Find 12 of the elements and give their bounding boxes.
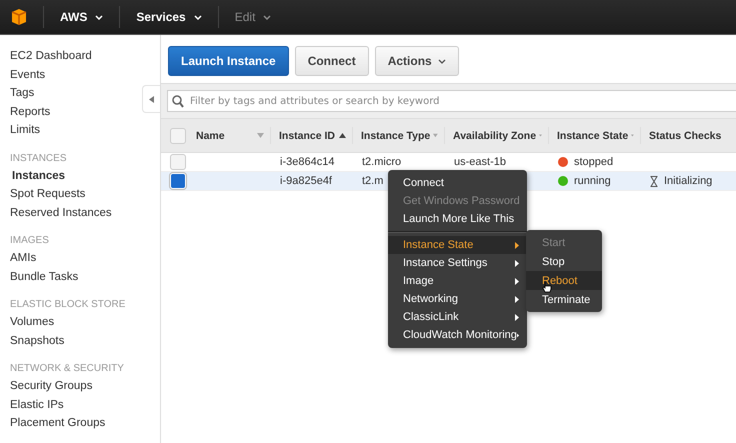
section-heading: NETWORK & SECURITY — [10, 363, 125, 374]
table-cell: t2.micro — [362, 156, 402, 168]
table-cell: t2.m — [362, 175, 384, 187]
table-cell: stopped — [574, 156, 614, 168]
table-cell: i-9a825e4f — [280, 175, 332, 187]
table-cell: Initializing — [664, 175, 712, 187]
table-cell: i-3e864c14 — [280, 156, 334, 168]
section-heading: IMAGES — [10, 235, 50, 246]
table-cell: us-east-1b — [454, 156, 506, 168]
section-heading: INSTANCES — [10, 152, 68, 164]
section-heading: ELASTIC BLOCK STORE — [10, 299, 126, 310]
table-cell: running — [574, 175, 611, 187]
